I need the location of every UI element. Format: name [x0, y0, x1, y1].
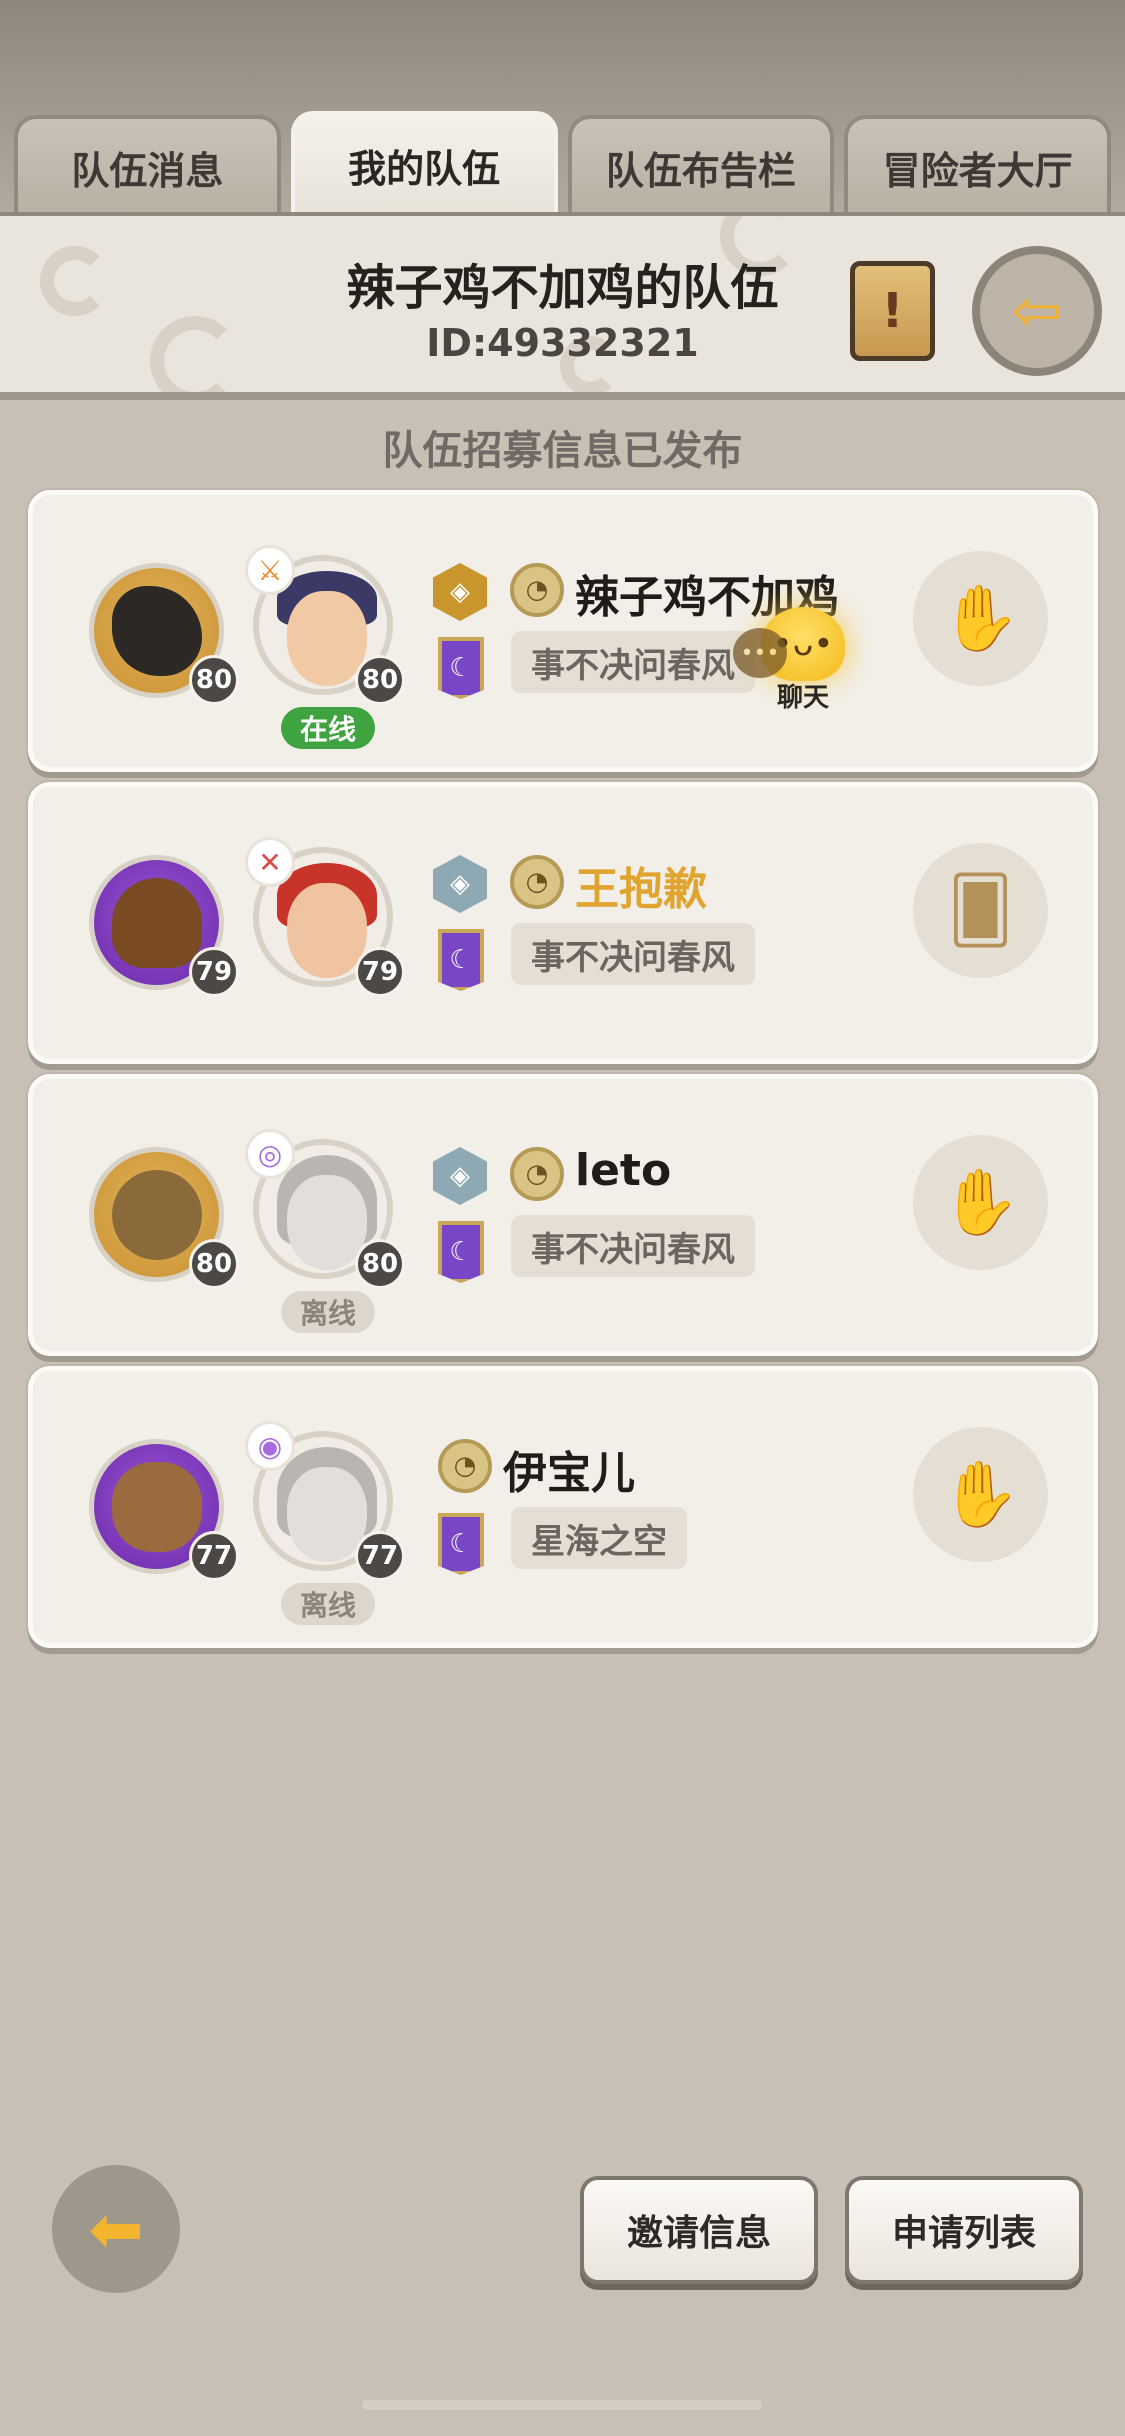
tab-team-messages[interactable]: 队伍消息 — [14, 115, 281, 215]
hand-wave-icon: ✋ — [940, 1166, 1021, 1240]
bear-pet-icon — [111, 877, 202, 968]
recruit-notice: 队伍招募信息已发布 — [382, 428, 743, 474]
hand-wave-icon: ✋ — [940, 582, 1021, 656]
member-card[interactable]: 77 ◉ 77 离线 ◔ 伊宝儿 ☾ 星海之空 ✋ — [28, 1366, 1098, 1648]
card-hand-icon: 🂠 — [947, 873, 1014, 948]
lion-pet-icon — [111, 1461, 202, 1552]
member-action-button[interactable]: ✋ — [913, 1135, 1048, 1270]
tab-my-team[interactable]: 我的队伍 — [290, 111, 558, 215]
status-badge: 离线 — [281, 1583, 375, 1625]
guild-banner-icon: ☾ — [438, 1513, 484, 1575]
hand-wave-icon: ✋ — [940, 1458, 1021, 1532]
member-action-button[interactable]: ✋ — [913, 1427, 1048, 1562]
team-id: ID:49332321 — [426, 321, 699, 365]
character-level-badge: 80 — [355, 1239, 405, 1289]
member-name: 伊宝儿 — [503, 1448, 635, 1499]
guild-tag[interactable]: 事不决问春风 — [511, 631, 755, 693]
class-icon: ◉ — [245, 1421, 295, 1471]
pet-level-badge: 80 — [189, 655, 239, 705]
guild-tag[interactable]: 事不决问春风 — [511, 923, 755, 985]
monkey-pet-icon — [111, 1169, 202, 1260]
chat-label: 聊天 — [776, 682, 829, 713]
member-card[interactable]: 80 ◎ 80 离线 ◈ ◔ leto ☾ 事不决问春风 ✋ — [28, 1074, 1098, 1356]
class-icon: ✕ — [245, 837, 295, 887]
face — [287, 1467, 367, 1562]
face — [287, 883, 367, 978]
guild-tag[interactable]: 星海之空 — [511, 1507, 687, 1569]
guild-banner-icon: ☾ — [438, 929, 484, 991]
team-header: 辣子鸡不加鸡的队伍 ID:49332321 ! ⇦ — [0, 212, 1125, 400]
character-level-badge: 77 — [355, 1531, 405, 1581]
title-icon: ◔ — [438, 1439, 492, 1493]
rank-shield-icon: ◈ — [433, 1147, 487, 1205]
member-action-button[interactable]: 🂠 — [913, 843, 1048, 978]
tab-adventurer-hall[interactable]: 冒险者大厅 — [844, 115, 1111, 215]
member-list: 80 ⚔ 80 在线 ◈ ◔ 辣子鸡不加鸡 ☾ 事不决问春风 ••• •ᴗ• 聊… — [28, 490, 1098, 1658]
tab-bar: 队伍消息 我的队伍 队伍布告栏 冒险者大厅 — [14, 111, 1111, 215]
class-icon: ◎ — [245, 1129, 295, 1179]
rank-shield-icon: ◈ — [433, 563, 487, 621]
member-name: leto — [575, 1145, 672, 1196]
face — [287, 591, 367, 686]
pet-level-badge: 79 — [189, 947, 239, 997]
character-level-badge: 80 — [355, 655, 405, 705]
chat-button[interactable]: ••• •ᴗ• 聊天 — [723, 600, 883, 720]
title-icon: ◔ — [510, 1147, 564, 1201]
exit-team-button[interactable]: ⇦ — [972, 246, 1102, 376]
home-indicator[interactable] — [362, 2400, 762, 2410]
dinosaur-pet-icon — [111, 585, 202, 676]
member-name: 王抱歉 — [575, 864, 707, 915]
rank-shield-icon: ◈ — [433, 855, 487, 913]
invite-info-button[interactable]: 邀请信息 — [580, 2176, 818, 2284]
guild-tag[interactable]: 事不决问春风 — [511, 1215, 755, 1277]
status-badge: 在线 — [281, 707, 375, 749]
chat-shadow-icon: ••• — [733, 628, 787, 678]
tab-team-board[interactable]: 队伍布告栏 — [567, 115, 835, 215]
member-card[interactable]: 80 ⚔ 80 在线 ◈ ◔ 辣子鸡不加鸡 ☾ 事不决问春风 ••• •ᴗ• 聊… — [28, 490, 1098, 772]
status-badge: 离线 — [281, 1291, 375, 1333]
team-name: 辣子鸡不加鸡的队伍 — [346, 260, 779, 316]
member-action-button[interactable]: ✋ — [913, 551, 1048, 686]
scroll-icon[interactable]: ! — [850, 261, 935, 361]
character-level-badge: 79 — [355, 947, 405, 997]
class-icon: ⚔ — [245, 545, 295, 595]
back-button[interactable]: ⬅ — [52, 2165, 180, 2293]
guild-banner-icon: ☾ — [438, 1221, 484, 1283]
back-arrow-icon: ⬅ — [88, 2190, 144, 2268]
pet-level-badge: 77 — [189, 1531, 239, 1581]
title-icon: ◔ — [510, 563, 564, 617]
apply-list-button[interactable]: 申请列表 — [845, 2176, 1083, 2284]
member-card[interactable]: 79 ✕ 79 ◈ ◔ 王抱歉 ☾ 事不决问春风 🂠 — [28, 782, 1098, 1064]
exit-icon: ⇦ — [1011, 276, 1063, 346]
guild-banner-icon: ☾ — [438, 637, 484, 699]
face — [287, 1175, 367, 1270]
title-icon: ◔ — [510, 855, 564, 909]
pet-level-badge: 80 — [189, 1239, 239, 1289]
